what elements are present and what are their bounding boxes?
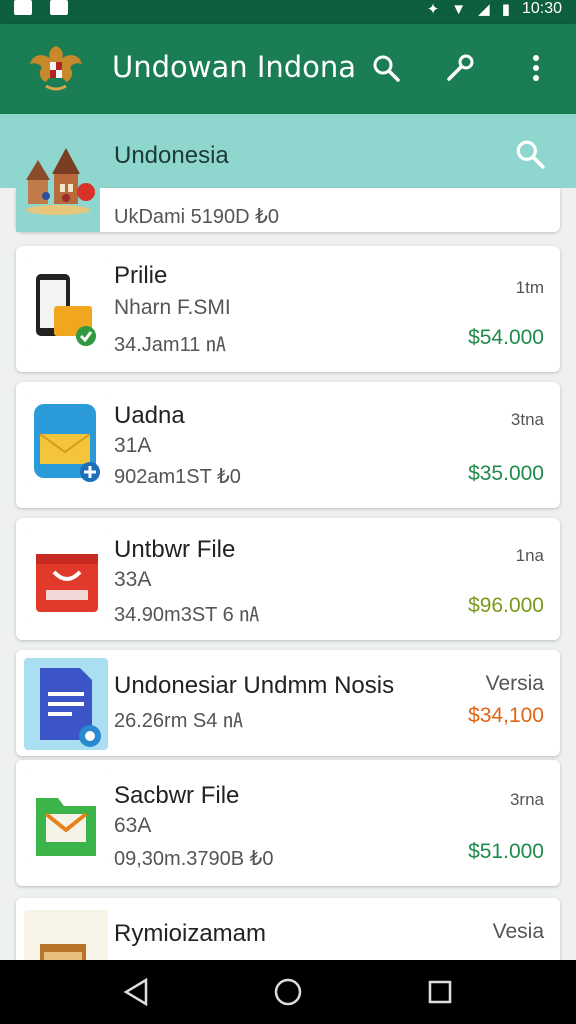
item-meta: 34.Jam11 ㎁ xyxy=(114,334,226,356)
document-icon xyxy=(24,658,108,750)
search-icon[interactable] xyxy=(514,138,546,170)
email-folder-icon xyxy=(24,772,108,864)
item-name: Uadna xyxy=(114,402,185,429)
list-item[interactable]: Prilie Nharn F.SMI 34.Jam11 ㎁ 1tm $54.00… xyxy=(16,246,560,372)
item-subtitle: Nharn F.SMI xyxy=(114,296,231,319)
recents-icon[interactable] xyxy=(424,976,456,1008)
item-price: $54.000 xyxy=(468,326,544,349)
item-name: Untbwr File xyxy=(114,536,236,563)
list-item[interactable]: Undonesiar Undmm Nosis 26.26rm S4 ㎁ Vers… xyxy=(16,650,560,756)
item-name: Sacbwr File xyxy=(114,782,240,809)
item-tag: 1na xyxy=(515,546,544,565)
item-price: $34,100 xyxy=(468,704,544,727)
mail-icon xyxy=(24,394,108,486)
tools-button[interactable] xyxy=(442,50,478,86)
notification-icon xyxy=(14,0,32,15)
item-tag: Vesia xyxy=(492,920,544,943)
region-title: Undonesia xyxy=(114,142,229,169)
search-icon xyxy=(373,55,400,82)
item-tag: 1tm xyxy=(515,278,544,297)
shopping-bag-icon xyxy=(24,530,108,622)
wrench-icon xyxy=(447,54,474,81)
item-price: $35.000 xyxy=(468,462,544,485)
item-meta: 902am1ST ₺0 xyxy=(114,466,241,488)
system-navigation-bar xyxy=(0,960,576,1024)
notification-icons xyxy=(14,0,68,18)
list-item[interactable]: Uadna 31A 902am1ST ₺0 3tna $35.000 xyxy=(16,382,560,508)
status-time: 10:30 xyxy=(521,0,562,17)
wifi-icon: ▼ xyxy=(451,0,467,18)
battery-icon: ▮ xyxy=(501,1,510,18)
phone-folder-icon xyxy=(24,258,108,350)
item-subtitle: 63A xyxy=(114,814,152,837)
status-bar: ✦ ▼ ◢ ▮ 10:30 xyxy=(0,0,576,24)
more-vert-icon xyxy=(533,55,539,81)
item-meta: 34.90m3ST 6 ㎁ xyxy=(114,604,260,626)
item-price: $96.000 xyxy=(468,594,544,617)
list-item[interactable]: Untbwr File 33A 34.90m3ST 6 ㎁ 1na $96.00… xyxy=(16,518,560,640)
item-meta: 26.26rm S4 ㎁ xyxy=(114,710,243,732)
list-item[interactable]: Sacbwr File 63A 09,30m.3790B ₺0 3rna $51… xyxy=(16,760,560,886)
system-icons: ✦ ▼ ◢ ▮ 10:30 xyxy=(427,0,562,18)
item-subtitle: 33A xyxy=(114,568,152,591)
item-name: Prilie xyxy=(114,262,168,289)
item-tag: 3rna xyxy=(509,790,544,809)
village-illustration-icon xyxy=(16,140,100,232)
app-bar: Undowan Indona xyxy=(0,24,576,114)
app-title: Undowan Indona xyxy=(112,50,357,84)
item-name: Undonesiar Undmm Nosis xyxy=(114,672,395,699)
item-tag: Versia xyxy=(485,672,544,695)
item-meta: 09,30m.3790B ₺0 xyxy=(114,848,274,870)
garuda-logo-icon xyxy=(30,46,82,91)
back-icon[interactable] xyxy=(120,976,152,1008)
signal-icon: ◢ xyxy=(478,1,490,18)
item-subtitle: 31A xyxy=(114,434,152,457)
notification-icon xyxy=(50,0,68,15)
vibrate-icon: ✦ xyxy=(426,1,440,18)
item-name: Rymioizamam xyxy=(114,920,267,947)
overflow-menu-button[interactable] xyxy=(518,50,554,86)
search-button[interactable] xyxy=(368,50,404,86)
item-price: $51.000 xyxy=(468,840,544,863)
home-icon[interactable] xyxy=(272,976,304,1008)
item-tag: 3tna xyxy=(510,410,544,429)
region-meta: UkDami 5190D ₺0 xyxy=(114,206,280,228)
